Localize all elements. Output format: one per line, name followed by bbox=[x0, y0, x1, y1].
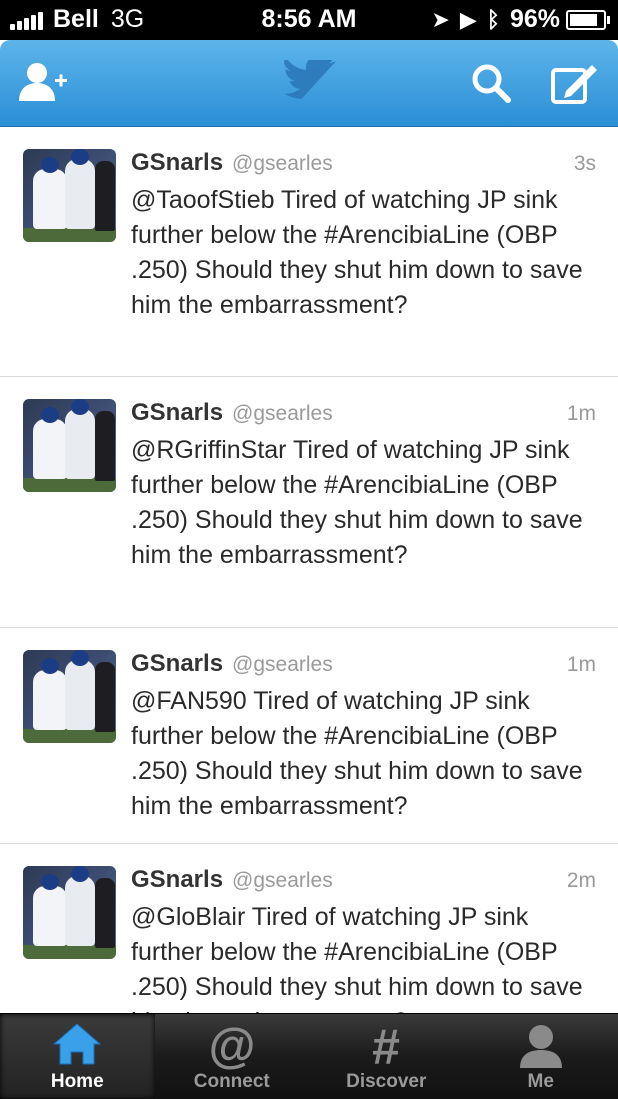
at-sign-icon: @ bbox=[207, 1022, 257, 1070]
tweet-timestamp: 2m bbox=[567, 869, 596, 893]
search-icon bbox=[470, 62, 512, 104]
tweet-author-handle: @gsearles bbox=[232, 152, 333, 176]
compose-tweet-button[interactable] bbox=[546, 54, 604, 112]
user-avatar[interactable] bbox=[23, 650, 116, 743]
tweet-author-name: GSnarls bbox=[131, 650, 223, 678]
battery-percent: 96% bbox=[510, 5, 560, 34]
tab-label: Home bbox=[0, 1071, 155, 1093]
tweet-timeline[interactable]: GSnarls @gsearles 3s @TaoofStieb Tired o… bbox=[0, 127, 618, 1013]
tweet-item[interactable]: GSnarls @gsearles 3s @TaoofStieb Tired o… bbox=[0, 127, 618, 377]
user-avatar[interactable] bbox=[23, 149, 116, 242]
tweet-item[interactable]: GSnarls @gsearles 1m @FAN590 Tired of wa… bbox=[0, 628, 618, 844]
home-icon bbox=[52, 1022, 102, 1068]
tab-connect[interactable]: @ Connect bbox=[155, 1014, 310, 1099]
tab-label: Discover bbox=[309, 1071, 464, 1093]
tab-bar: Home @ Connect # Discover Me bbox=[0, 1013, 618, 1099]
bluetooth-icon: ᛒ bbox=[487, 7, 500, 33]
tweet-author-name: GSnarls bbox=[131, 866, 223, 894]
tweet-text: @TaoofStieb Tired of watching JP sink fu… bbox=[131, 183, 596, 323]
tab-discover[interactable]: # Discover bbox=[309, 1014, 464, 1099]
svg-text:@: @ bbox=[208, 1022, 255, 1070]
tweet-timestamp: 1m bbox=[567, 653, 596, 677]
tweet-item[interactable]: GSnarls @gsearles 2m @GloBlair Tired of … bbox=[0, 844, 618, 1013]
tweet-text: @FAN590 Tired of watching JP sink furthe… bbox=[131, 684, 596, 824]
user-avatar[interactable] bbox=[23, 399, 116, 492]
twitter-bird-icon bbox=[282, 60, 338, 106]
tweet-author-name: GSnarls bbox=[131, 399, 223, 427]
tab-label: Connect bbox=[155, 1071, 310, 1093]
tweet-timestamp: 3s bbox=[574, 152, 596, 176]
add-user-button[interactable] bbox=[14, 54, 72, 112]
svg-text:#: # bbox=[372, 1022, 400, 1070]
tweet-text: @GloBlair Tired of watching JP sink furt… bbox=[131, 900, 596, 1013]
search-button[interactable] bbox=[462, 54, 520, 112]
location-arrow-icon: ➤ bbox=[431, 7, 449, 33]
tweet-text: @RGriffinStar Tired of watching JP sink … bbox=[131, 433, 596, 573]
battery-icon bbox=[566, 10, 606, 30]
tweet-item[interactable]: GSnarls @gsearles 1m @RGriffinStar Tired… bbox=[0, 377, 618, 628]
tab-label: Me bbox=[464, 1071, 618, 1093]
status-right: ➤ ▶ ᛒ 96% bbox=[431, 5, 606, 34]
tab-me[interactable]: Me bbox=[464, 1014, 618, 1099]
add-user-icon bbox=[17, 61, 69, 105]
compose-icon bbox=[550, 61, 600, 105]
tweet-timestamp: 1m bbox=[567, 402, 596, 426]
play-icon: ▶ bbox=[460, 7, 477, 33]
person-icon bbox=[516, 1022, 566, 1070]
status-bar: Bell 3G 8:56 AM ➤ ▶ ᛒ 96% bbox=[0, 0, 618, 40]
tweet-author-handle: @gsearles bbox=[232, 402, 333, 426]
tweet-author-handle: @gsearles bbox=[232, 653, 333, 677]
tweet-author-name: GSnarls bbox=[131, 149, 223, 177]
navigation-bar bbox=[0, 40, 618, 127]
tweet-author-handle: @gsearles bbox=[232, 869, 333, 893]
hashtag-icon: # bbox=[361, 1022, 411, 1070]
user-avatar[interactable] bbox=[23, 866, 116, 959]
twitter-logo bbox=[280, 54, 340, 112]
tab-home[interactable]: Home bbox=[0, 1014, 155, 1099]
